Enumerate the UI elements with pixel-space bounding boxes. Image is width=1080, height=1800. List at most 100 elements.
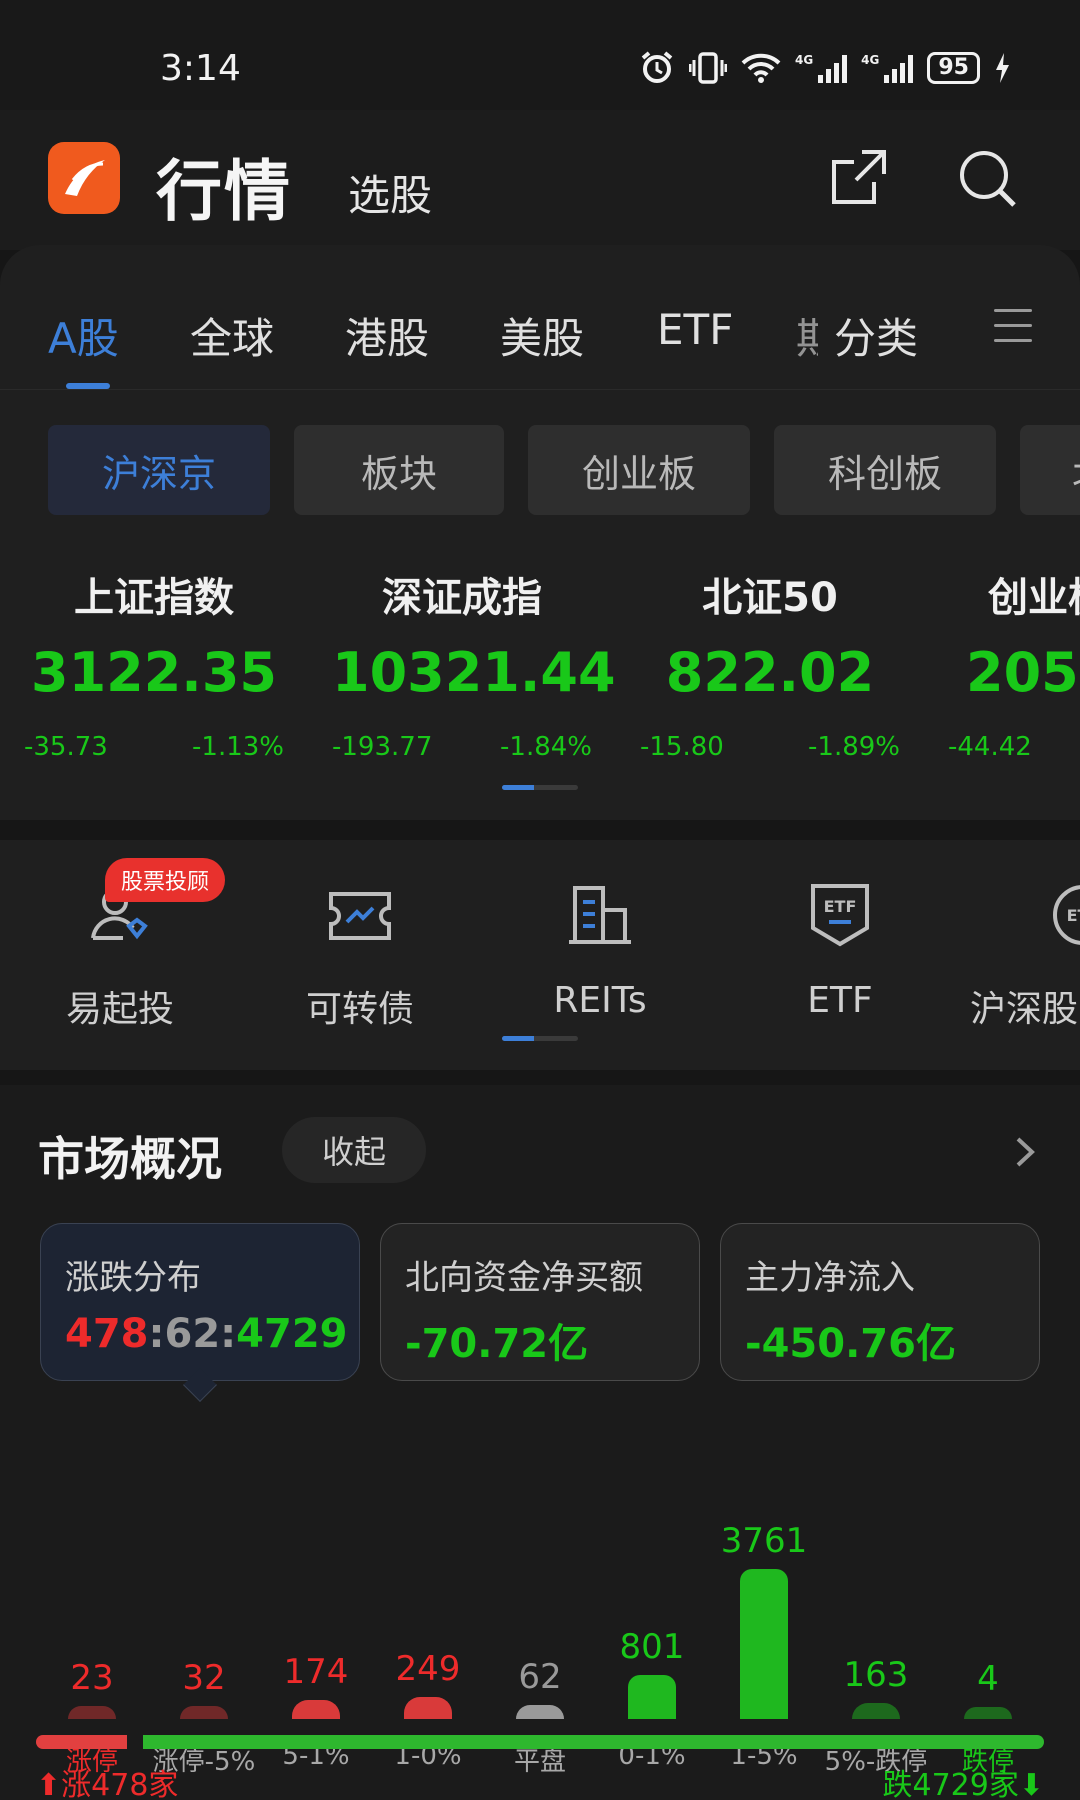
card-northbound[interactable]: 北向资金净买额 -70.72亿 xyxy=(380,1223,700,1381)
chevron-right-icon[interactable] xyxy=(1010,1135,1040,1169)
menu-icon[interactable] xyxy=(994,309,1032,343)
index-change: -15.80 xyxy=(640,732,724,762)
rise-fall-ratio-bar xyxy=(36,1735,1044,1749)
index-card[interactable]: 创业板指 2056 -44.42 xyxy=(948,565,1080,762)
chip-sector[interactable]: 板块 xyxy=(294,425,504,515)
shortcut-label: 易起投 xyxy=(65,989,174,1030)
card-value: -70.72亿 xyxy=(405,1321,589,1367)
svg-text:ETF: ETF xyxy=(824,897,857,916)
index-value: 2056 xyxy=(966,641,1080,704)
bar-value: 174 xyxy=(283,1652,349,1693)
bar xyxy=(292,1700,340,1719)
tab-category[interactable]: 分类 xyxy=(834,305,918,366)
shortcut-reits[interactable]: REITs xyxy=(500,880,700,1021)
index-carousel: 上证指数 3122.35 -35.73 -1.13% 深证成指 10321.44 … xyxy=(0,565,1080,762)
index-pct: -1.84% xyxy=(500,732,592,762)
chip-chinext[interactable]: 创业板 xyxy=(528,425,750,515)
stock-picker-link[interactable]: 选股 xyxy=(348,162,432,223)
shortcut-convertible[interactable]: 可转债 xyxy=(260,880,460,1032)
index-name: 深证成指 xyxy=(382,575,542,621)
index-card[interactable]: 北证50 822.02 -15.80 -1.89% xyxy=(640,565,900,762)
building-icon xyxy=(569,886,631,944)
shortcut-label: 沪深股 xyxy=(970,989,1079,1030)
rise-ratio xyxy=(36,1735,128,1749)
card-label: 涨跌分布 xyxy=(65,1258,201,1298)
bar xyxy=(404,1697,452,1719)
battery-icon: 95 xyxy=(927,52,980,84)
index-change: -35.73 xyxy=(24,732,108,762)
distribution-bar-8: 4 xyxy=(932,1659,1044,1719)
shortcut-label: 可转债 xyxy=(305,989,414,1030)
arrow-up-icon: ⬆ xyxy=(36,1768,62,1800)
collapse-button[interactable]: 收起 xyxy=(282,1117,426,1183)
cell-signal-2-icon: 4G xyxy=(861,53,914,83)
card-rise-fall[interactable]: 涨跌分布 478:62:4729 xyxy=(40,1223,360,1381)
charging-icon xyxy=(996,53,1009,83)
bar-value: 3761 xyxy=(720,1521,808,1561)
rise-fall-distribution-chart: 23 涨停 32 涨停-5% 174 5-1% 249 1-0% 62 平盘 801 0-1% 3761… xyxy=(0,1415,1080,1777)
shortcut-etf[interactable]: ETF ETF xyxy=(740,880,940,1021)
card-value: -450.76亿 xyxy=(745,1321,956,1367)
bar-value: 163 xyxy=(843,1655,909,1695)
etf-circle-icon: ETF xyxy=(1053,885,1080,945)
status-time: 3:14 xyxy=(160,48,241,89)
bar-value: 23 xyxy=(70,1658,114,1699)
etf-shield-icon: ETF xyxy=(811,884,869,947)
chip-hushenjing[interactable]: 沪深京 xyxy=(48,425,270,515)
fall-ratio xyxy=(143,1735,1044,1749)
shortcut-label: REITs xyxy=(553,980,647,1021)
shortcut-scroll-indicator xyxy=(502,1036,578,1041)
bar xyxy=(628,1675,676,1719)
vibrate-icon xyxy=(688,52,727,84)
distribution-bar-3: 249 xyxy=(372,1649,484,1719)
tab-a-share[interactable]: A股 xyxy=(48,305,119,366)
tab-global[interactable]: 全球 xyxy=(190,305,274,366)
bar-value: 801 xyxy=(619,1627,685,1667)
market-panel: A股 全球 港股 美股 ETF 期 分类 沪深京 板块 创业板 科创板 北 上证… xyxy=(0,245,1080,820)
rise-total: ⬆涨478家 xyxy=(36,1760,178,1800)
index-value: 3122.35 xyxy=(31,641,277,704)
market-overview: 市场概况 收起 涨跌分布 478:62:4729 北向资金净买额 -70.72亿… xyxy=(0,1085,1080,1800)
bar xyxy=(180,1705,228,1719)
tab-futures[interactable]: 期 xyxy=(796,305,818,366)
alarm-icon xyxy=(641,51,673,83)
app-logo[interactable] xyxy=(48,142,120,214)
distribution-bar-6: 3761 xyxy=(708,1521,820,1719)
share-icon[interactable] xyxy=(826,146,890,210)
tab-hk[interactable]: 港股 xyxy=(345,305,429,366)
status-bar: 3:14 4G 4G 95 xyxy=(0,0,1080,110)
index-pct: -1.89% xyxy=(808,732,900,762)
index-pct: -1.13% xyxy=(192,732,284,762)
bar-value: 4 xyxy=(977,1659,999,1699)
shortcut-label: ETF xyxy=(807,980,873,1021)
card-main-inflow[interactable]: 主力净流入 -450.76亿 xyxy=(720,1223,1040,1381)
shortcut-yiqitou[interactable]: 易起投 xyxy=(20,880,220,1032)
bar-value: 62 xyxy=(518,1657,562,1697)
index-card[interactable]: 深证成指 10321.44 -193.77 -1.84% xyxy=(332,565,616,762)
tab-etf[interactable]: ETF xyxy=(657,305,733,354)
search-icon[interactable] xyxy=(955,146,1019,210)
tab-us[interactable]: 美股 xyxy=(500,305,584,366)
index-name: 北证50 xyxy=(702,575,838,621)
chip-star[interactable]: 科创板 xyxy=(774,425,996,515)
fall-total: 跌4729家⬇ xyxy=(883,1760,1045,1800)
chip-bse[interactable]: 北 xyxy=(1020,425,1080,515)
bar-value: 32 xyxy=(182,1657,226,1698)
distribution-bar-7: 163 xyxy=(820,1655,932,1719)
status-icons: 4G 4G 95 xyxy=(639,50,1010,86)
index-card[interactable]: 上证指数 3122.35 -35.73 -1.13% xyxy=(24,565,284,762)
bar xyxy=(740,1569,788,1719)
bar-value: 249 xyxy=(395,1649,461,1690)
index-name: 上证指数 xyxy=(74,575,234,621)
index-name: 创业板指 xyxy=(988,575,1080,621)
shortcut-hushen[interactable]: ETF 沪深股 xyxy=(958,880,1080,1032)
distribution-bar-0: 23 xyxy=(36,1658,148,1719)
distribution-bar-2: 174 xyxy=(260,1652,372,1719)
index-value: 10321.44 xyxy=(332,641,616,704)
arrow-down-icon: ⬇ xyxy=(1018,1768,1044,1800)
market-tabs: A股 全球 港股 美股 ETF 期 分类 xyxy=(0,245,1080,390)
sub-market-chips: 沪深京 板块 创业板 科创板 北 xyxy=(0,425,1080,515)
app-header: 行情 选股 xyxy=(0,110,1080,250)
distribution-bar-1: 32 xyxy=(148,1658,260,1719)
section-title: 市场概况 xyxy=(38,1132,222,1186)
